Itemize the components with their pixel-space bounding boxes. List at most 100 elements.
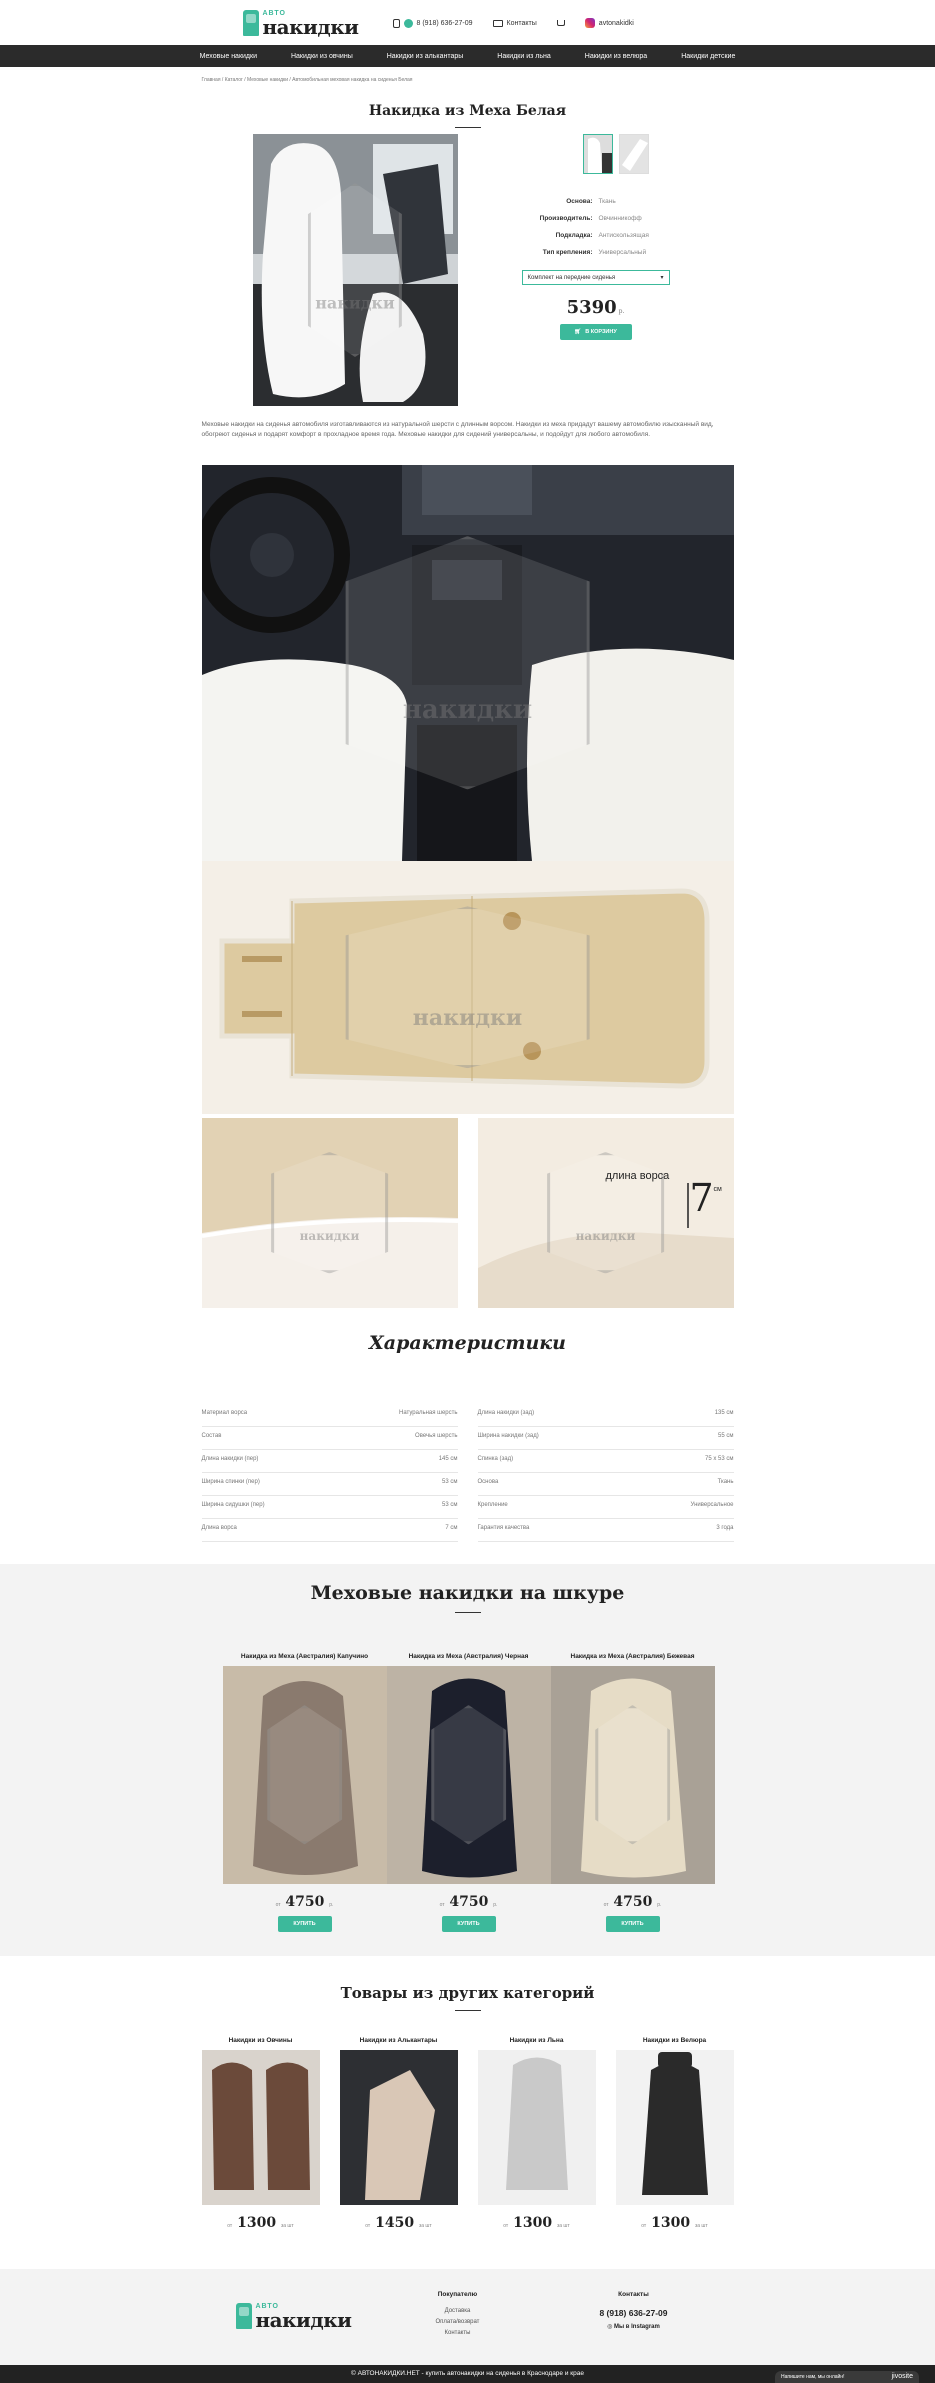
- price-value: 1300: [513, 2214, 553, 2231]
- category-card-price: от 1300 за шт: [616, 2215, 734, 2231]
- char-value: Овечья шерсть: [415, 1432, 458, 1439]
- category-card-image[interactable]: [615, 2049, 734, 2205]
- footer-link-contacts[interactable]: Контакты: [436, 2328, 480, 2339]
- char-key: Длина накидки (пер): [201, 1455, 259, 1462]
- header-contacts-label: Контакты: [506, 19, 537, 27]
- category-card-image[interactable]: [339, 2049, 458, 2205]
- char-row: Гарантия качества 3 года: [477, 1519, 734, 1542]
- category-card[interactable]: Накидки из Овчины от 1300 за шт: [201, 2037, 320, 2231]
- char-row: Ширина спинки (пер) 53 см: [201, 1473, 458, 1496]
- thumbnail-2[interactable]: [618, 134, 649, 174]
- char-value: 53 см: [442, 1478, 458, 1485]
- char-value: 75 x 53 см: [705, 1455, 734, 1462]
- price-value: 4750: [449, 1893, 489, 1910]
- characteristics-table: Материал ворса Натуральная шерсть Состав О…: [201, 1404, 734, 1542]
- footer-link-payment[interactable]: Oплата/возврат: [436, 2317, 480, 2328]
- category-card[interactable]: Накидки из Велюра от 1300 за шт: [615, 2037, 734, 2231]
- char-row: Спинка (зад) 75 x 53 см: [477, 1450, 734, 1473]
- footer-contacts-title: Контакты: [618, 2290, 649, 2298]
- seat-logo-icon: [242, 10, 259, 36]
- buy-button[interactable]: Купить: [277, 1915, 332, 1932]
- buy-button[interactable]: Купить: [605, 1915, 660, 1932]
- set-select[interactable]: Комплект на передние сиденья ▾: [521, 270, 670, 285]
- char-value: Ткань: [717, 1478, 734, 1485]
- thumbnail-1[interactable]: [582, 134, 613, 174]
- nav-item-fur[interactable]: Меховые накидки: [200, 53, 257, 60]
- footer-instagram-link[interactable]: ◎ Мы в Instagram: [599, 2322, 667, 2333]
- watermark-shield: [266, 1705, 343, 1845]
- nav-item-kids[interactable]: Накидки детские: [681, 53, 735, 60]
- chat-widget[interactable]: Напишите нам, мы онлайн! jivosite: [775, 2370, 919, 2383]
- breadcrumb[interactable]: Главная / Каталог / Меховые накидки / Ав…: [202, 67, 734, 83]
- category-card-name[interactable]: Накидки из Алькантары: [340, 2037, 458, 2044]
- price-value: 4750: [285, 1893, 325, 1910]
- header-cart-link[interactable]: [556, 20, 565, 26]
- char-row: Состав Овечья шерсть: [201, 1427, 458, 1450]
- spec-key: Основа:: [566, 198, 593, 205]
- product-card-image[interactable]: [386, 1665, 551, 1884]
- char-value: 55 см: [718, 1432, 734, 1439]
- product-card-image[interactable]: [550, 1665, 715, 1884]
- site-footer: АВТО накидки Покупателю Доставка Oплата/…: [0, 2268, 935, 2365]
- spec-key: Подкладка:: [555, 232, 593, 239]
- logo[interactable]: АВТО накидки: [242, 10, 373, 37]
- nav-item-alcantara[interactable]: Накидки из алькантары: [387, 53, 464, 60]
- category-card-image[interactable]: [201, 2049, 320, 2205]
- product-block: накидки Основа: Ткань Производитель: Овч…: [202, 134, 734, 406]
- product-card-image[interactable]: [222, 1665, 387, 1884]
- main-nav: Меховые накидки Накидки из овчины Накидк…: [0, 45, 935, 67]
- footer-logo[interactable]: АВТО накидки: [235, 2303, 376, 2332]
- add-to-cart-button[interactable]: 🛒︎ В корзину: [559, 324, 632, 340]
- header-phone[interactable]: 8 (918) 636-27-09: [392, 18, 473, 28]
- other-categories-section: Товары из других категорий Накидки из Ов…: [0, 1955, 935, 2255]
- footer-instagram-label: Мы в Instagram: [614, 2323, 660, 2330]
- pile-length-label: длина ворса: [605, 1169, 670, 1182]
- category-card-image[interactable]: [477, 2049, 596, 2205]
- price-value: 4750: [613, 1893, 653, 1910]
- price-from-label: от: [503, 2222, 509, 2229]
- product-main-photo[interactable]: накидки: [252, 134, 458, 406]
- buy-button[interactable]: Купить: [441, 1915, 496, 1932]
- logo-big-text: накидки: [255, 2307, 352, 2332]
- copyright-bar: © АВТОНАКИДКИ.НЕТ - купить автонакидки н…: [0, 2364, 935, 2383]
- page-title: Накидка из Меха Белая: [368, 103, 567, 119]
- watermark-text: накидки: [412, 1004, 523, 1031]
- site-header: АВТО накидки 8 (918) 636-27-09 Контакты …: [0, 0, 935, 46]
- char-key: Ширина накидки (зад): [477, 1432, 539, 1439]
- spec-value: Универсальный: [598, 249, 647, 256]
- char-value: Универсальное: [690, 1501, 734, 1508]
- category-card[interactable]: Накидки из Льна от 1300 за шт: [477, 2037, 596, 2231]
- phone-icon: [392, 18, 400, 28]
- header-instagram-link[interactable]: avtonakidki: [584, 18, 634, 28]
- char-value: 3 года: [716, 1524, 734, 1531]
- product-card-price: от 4750 р.: [223, 1894, 387, 1910]
- cart-icon: 🛒︎: [574, 329, 582, 335]
- category-card[interactable]: Накидки из Алькантары от 1450 за шт: [339, 2037, 458, 2231]
- copyright-text: © АВТОНАКИДКИ.НЕТ - купить автонакидки н…: [351, 2370, 584, 2378]
- product-card-name[interactable]: Накидка из Меха (Австралия) Бежевая: [551, 1653, 715, 1660]
- category-card-name[interactable]: Накидки из Овчины: [202, 2037, 320, 2044]
- category-card-name[interactable]: Накидки из Льна: [478, 2037, 596, 2044]
- price-from-label: от: [365, 2222, 371, 2229]
- product-card-name[interactable]: Накидка из Меха (Австралия) Капучино: [223, 1653, 387, 1660]
- category-card-name[interactable]: Накидки из Велюра: [616, 2037, 734, 2044]
- nav-item-sheepskin[interactable]: Накидки из овчины: [291, 53, 353, 60]
- title-divider: [454, 2009, 481, 2011]
- header-contacts-link[interactable]: Контакты: [492, 19, 537, 27]
- footer-link-delivery[interactable]: Доставка: [436, 2306, 480, 2317]
- product-card[interactable]: Накидка из Меха (Австралия) Капучино от …: [222, 1653, 387, 1932]
- spec-value: Антискользящая: [598, 232, 649, 239]
- chat-widget-brand: jivosite: [891, 2373, 913, 2381]
- watermark-shield: [345, 536, 590, 790]
- char-row: Крепление Универсальное: [477, 1496, 734, 1519]
- char-key: Материал ворса: [201, 1409, 248, 1416]
- footer-phone[interactable]: 8 (918) 636-27-09: [599, 2306, 667, 2321]
- whatsapp-icon[interactable]: [403, 18, 413, 28]
- instagram-icon: [584, 18, 595, 28]
- product-card-name[interactable]: Накидка из Меха (Австралия) Черная: [387, 1653, 551, 1660]
- product-card[interactable]: Накидка из Меха (Австралия) Бежевая от 4…: [550, 1653, 715, 1932]
- product-card[interactable]: Накидка из Меха (Австралия) Черная от 47…: [386, 1653, 551, 1932]
- nav-item-linen[interactable]: Накидки из льна: [497, 53, 550, 60]
- char-key: Гарантия качества: [477, 1524, 530, 1531]
- nav-item-velour[interactable]: Накидки из велюра: [585, 53, 647, 60]
